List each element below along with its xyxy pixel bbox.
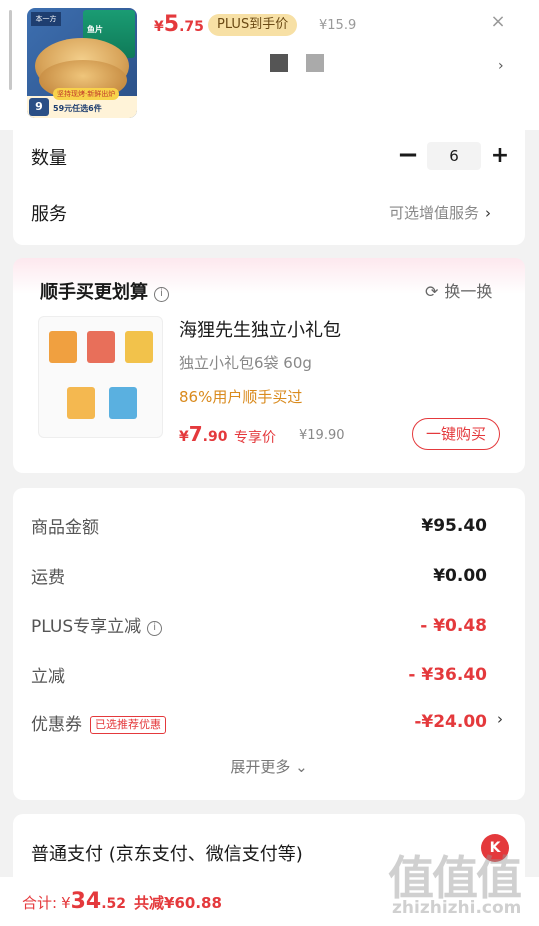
product-thumbnail[interactable]: 本一方 鱼片 坚持现烤·新鲜出炉 9 59元任选6件 [27,8,137,118]
product-header: 本一方 鱼片 坚持现烤·新鲜出炉 9 59元任选6件 ¥5.75 PLUS到手价… [0,0,539,130]
bundle-product-name[interactable]: 海狸先生独立小礼包 [179,316,341,342]
goods-amount-label: 商品金额 [31,518,99,538]
close-icon[interactable]: × [486,10,510,34]
bundle-product-image[interactable] [38,316,163,438]
pack-image [125,331,153,363]
order-total: 合计: ¥34.52 共减¥60.88 [22,889,222,914]
plus-discount-text: PLUS专享立减 [31,617,142,637]
pack-image [49,331,77,363]
thumb-tag: 坚持现烤·新鲜出炉 [53,88,120,100]
chevron-right-icon[interactable]: › [498,58,504,74]
thumb-badge-num: 9 [29,98,49,116]
instant-discount-value: - ¥36.40 [408,665,487,685]
total-dec: .52 [101,896,127,912]
variant-swatch-light[interactable] [306,54,324,72]
plus-discount-label: PLUS专享立减 i [31,612,163,637]
plus-price: ¥5.75 [154,12,204,37]
pack-image [87,331,115,363]
coupon-label-text: 优惠券 [31,715,82,735]
service-label: 服务 [31,204,67,225]
bundle-price-int: 7 [188,422,203,446]
fee-summary-card: 商品金额 ¥95.40 运费 ¥0.00 PLUS专享立减 i - ¥0.48 立… [13,488,525,800]
coupon-label[interactable]: 优惠券 已选推荐优惠 [31,710,166,735]
instant-discount-label: 立减 [31,667,65,687]
bundle-price-dec: .90 [202,429,228,445]
bundle-price: ¥7.90 [179,422,227,446]
bundle-card: 顺手买更划算 i ⟳ 换一换 海狸先生独立小礼包 独立小礼包6袋 60g 86%用户… [13,258,525,473]
refresh-icon: ⟳ [425,282,439,301]
quantity-label: 数量 [31,148,67,169]
service-selector[interactable]: 可选增值服务 › [389,202,491,223]
one-click-buy-button[interactable]: 一键购买 [412,418,500,450]
refresh-button[interactable]: ⟳ 换一换 [425,278,492,302]
bundle-product-spec: 独立小礼包6袋 60g [179,354,312,372]
thumb-bag-text: 鱼片 [87,25,103,34]
info-icon[interactable]: i [154,287,169,302]
watermark-url: zhizhizhi.com [392,898,522,918]
total-int: 34 [70,889,102,914]
price-symbol: ¥ [154,19,164,35]
shipping-label: 运费 [31,568,65,588]
original-price: ¥15.9 [319,18,357,33]
bundle-title-text: 顺手买更划算 [40,282,148,303]
price-dec: .75 [179,19,204,35]
expand-more-button[interactable]: 展开更多 ⌄ [13,756,525,777]
bundle-original-price: ¥19.90 [299,428,345,443]
scroll-indicator [9,10,12,90]
coupon-tag: 已选推荐优惠 [90,716,166,734]
total-saved: 共减¥60.88 [134,894,222,912]
shipping-value: ¥0.00 [433,566,487,586]
goods-amount-value: ¥95.40 [421,516,487,536]
coupon-value[interactable]: -¥24.00 [414,712,487,732]
bundle-buyers-stat: 86%用户顺手买过 [179,388,303,406]
plus-discount-value: - ¥0.48 [420,616,487,636]
price-int: 5 [163,12,180,37]
plus-price-badge: PLUS到手价 [208,14,298,36]
exclusive-price-label: 专享价 [234,430,276,446]
info-icon[interactable]: i [147,621,163,636]
chevron-right-icon[interactable]: › [497,710,503,728]
quantity-plus-button[interactable]: + [489,142,511,170]
thumb-strip: 坚持现烤·新鲜出炉 9 59元任选6件 [27,88,137,118]
thumb-brand: 本一方 [31,12,61,26]
pack-image [109,387,137,419]
total-label: 合计: [22,894,58,912]
thumb-deal: 59元任选6件 [53,104,102,113]
service-value: 可选增值服务 [389,204,480,222]
bundle-price-symbol: ¥ [179,429,189,445]
total-symbol: ¥ [61,894,71,912]
pack-image [67,387,95,419]
payment-method-label[interactable]: 普通支付 (京东支付、微信支付等) [31,840,303,866]
watermark: 值值值 zhizhizhi.com [388,842,538,926]
variant-swatch-dark[interactable] [270,54,288,72]
quantity-input[interactable]: 6 [427,142,481,170]
bundle-section-title: 顺手买更划算 i [40,278,169,304]
refresh-label: 换一换 [444,282,493,301]
chevron-right-icon: › [485,204,492,222]
quantity-minus-button[interactable]: − [397,142,419,170]
quantity-service-card: 数量 − 6 + 服务 可选增值服务 › [13,130,525,245]
